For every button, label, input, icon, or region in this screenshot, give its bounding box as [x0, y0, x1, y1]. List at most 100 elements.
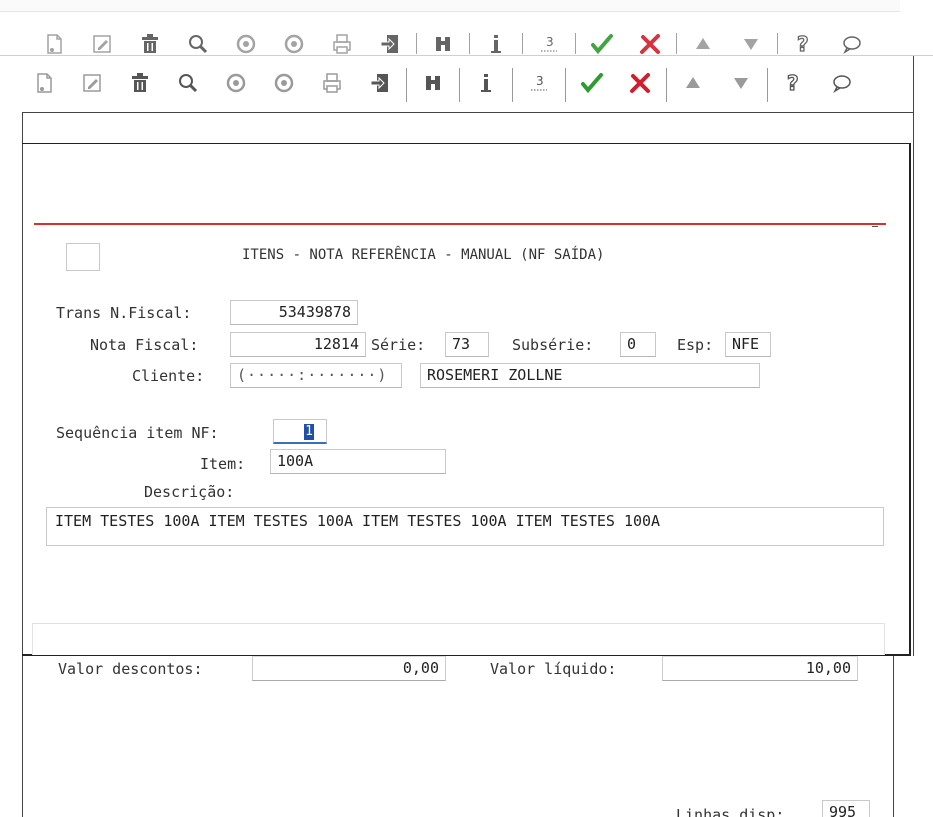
ghost-toolbar-strip: 3? [0, 26, 900, 54]
cancel-icon [628, 71, 652, 99]
binoculars-icon [432, 33, 454, 54]
toolbar-separator [565, 68, 566, 102]
numbered-button: 3 [525, 32, 573, 54]
confirm-icon [590, 32, 614, 54]
seq-label: Sequência item NF: [56, 424, 219, 442]
exit-icon [379, 33, 401, 54]
comment-icon [841, 33, 863, 54]
valor-liquido-label: Valor líquido: [490, 660, 617, 678]
arrow-up-icon [692, 33, 714, 54]
new-document-button[interactable] [20, 65, 68, 105]
binoculars-icon [422, 72, 444, 98]
frame-border [22, 112, 23, 817]
nota-fiscal-label: Nota Fiscal: [90, 336, 199, 354]
toolbar-separator [459, 68, 460, 102]
nota-fiscal-field[interactable]: 12814 [230, 332, 366, 357]
screen-title: ITENS - NOTA REFERÊNCIA - MANUAL (NF SAÍ… [242, 247, 605, 263]
cliente-code-field[interactable]: (·····:·······) [230, 363, 402, 388]
trans-nf-field[interactable]: 53439878 [230, 300, 358, 325]
arrow-up-button [679, 32, 727, 54]
linhas-disp-label: Linhas disp: [676, 806, 785, 817]
edit-icon [91, 33, 113, 54]
arrow-up-button[interactable] [669, 65, 717, 105]
toolbar-separator [416, 33, 417, 54]
toolbar-separator [777, 33, 778, 54]
blank-panel [32, 623, 885, 655]
trash-button[interactable] [116, 65, 164, 105]
item-label: Item: [200, 455, 246, 473]
cancel-button [626, 32, 674, 54]
svg-text:?: ? [787, 72, 799, 94]
cliente-name-field[interactable]: ROSEMERI ZOLLNE [420, 363, 760, 388]
minimize-mark [872, 226, 878, 227]
serie-label: Série: [371, 336, 426, 354]
toolbar-separator [767, 68, 768, 102]
help-button: ? [780, 32, 828, 54]
arrow-down-icon [740, 33, 762, 54]
subserie-field[interactable]: 0 [620, 332, 656, 357]
arrow-up-icon [682, 72, 704, 98]
svg-text:3: 3 [546, 35, 554, 49]
item-field[interactable]: 100A [270, 449, 446, 474]
linhas-disp-field[interactable]: 995 [822, 800, 870, 817]
previous-button[interactable] [212, 65, 260, 105]
new-document-icon [33, 72, 55, 98]
print-icon [331, 33, 353, 54]
toolbar-separator [522, 33, 523, 54]
comment-button [828, 32, 876, 54]
exit-icon [369, 72, 391, 98]
toolbar-separator [575, 33, 576, 54]
print-button[interactable] [308, 65, 356, 105]
frame-border [22, 143, 910, 144]
info-button [472, 32, 520, 54]
window-top-edge [0, 0, 900, 12]
valor-liquido-field[interactable]: 10,00 [662, 656, 858, 681]
binoculars-button[interactable] [409, 65, 457, 105]
divider [0, 55, 933, 56]
help-icon: ? [783, 70, 805, 98]
toolbar-separator [512, 68, 513, 102]
comment-button[interactable] [818, 65, 866, 105]
binoculars-button [419, 32, 467, 54]
edit-button[interactable] [68, 65, 116, 105]
toolbar-separator [676, 33, 677, 54]
search-icon [177, 72, 199, 98]
info-icon [475, 72, 497, 98]
exit-button[interactable] [356, 65, 404, 105]
previous-icon [235, 33, 257, 54]
descricao-field[interactable]: ITEM TESTES 100A ITEM TESTES 100A ITEM T… [46, 507, 884, 546]
edit-button [78, 32, 126, 54]
search-icon [187, 33, 209, 54]
toolbar-separator [469, 33, 470, 54]
info-button[interactable] [462, 65, 510, 105]
confirm-icon [580, 71, 604, 99]
serie-field[interactable]: 73 [445, 332, 489, 357]
cancel-button[interactable] [616, 65, 664, 105]
frame-border [893, 656, 894, 817]
seq-item-input[interactable]: 1 [273, 419, 327, 444]
ghost-toolbar: 3? [30, 32, 876, 54]
next-button[interactable] [260, 65, 308, 105]
cancel-icon [638, 32, 662, 54]
arrow-down-icon [730, 72, 752, 98]
svg-text:?: ? [797, 33, 809, 54]
frame-border [909, 143, 911, 656]
arrow-down-button[interactable] [717, 65, 765, 105]
next-icon [283, 33, 305, 54]
select-checkbox[interactable] [66, 243, 100, 271]
help-button[interactable]: ? [770, 65, 818, 105]
valor-descontos-label: Valor descontos: [58, 660, 203, 678]
frame-border [22, 112, 914, 113]
numbered-icon: 3 [538, 33, 560, 54]
header-accent-line [34, 223, 886, 225]
confirm-button[interactable] [568, 65, 616, 105]
esp-field[interactable]: NFE [725, 332, 771, 357]
frame-border [913, 56, 914, 656]
previous-button [222, 32, 270, 54]
search-button[interactable] [164, 65, 212, 105]
next-icon [273, 72, 295, 98]
numbered-button[interactable]: 3 [515, 65, 563, 105]
edit-icon [81, 72, 103, 98]
valor-descontos-field[interactable]: 0,00 [252, 656, 446, 681]
numbered-icon: 3 [528, 72, 550, 98]
